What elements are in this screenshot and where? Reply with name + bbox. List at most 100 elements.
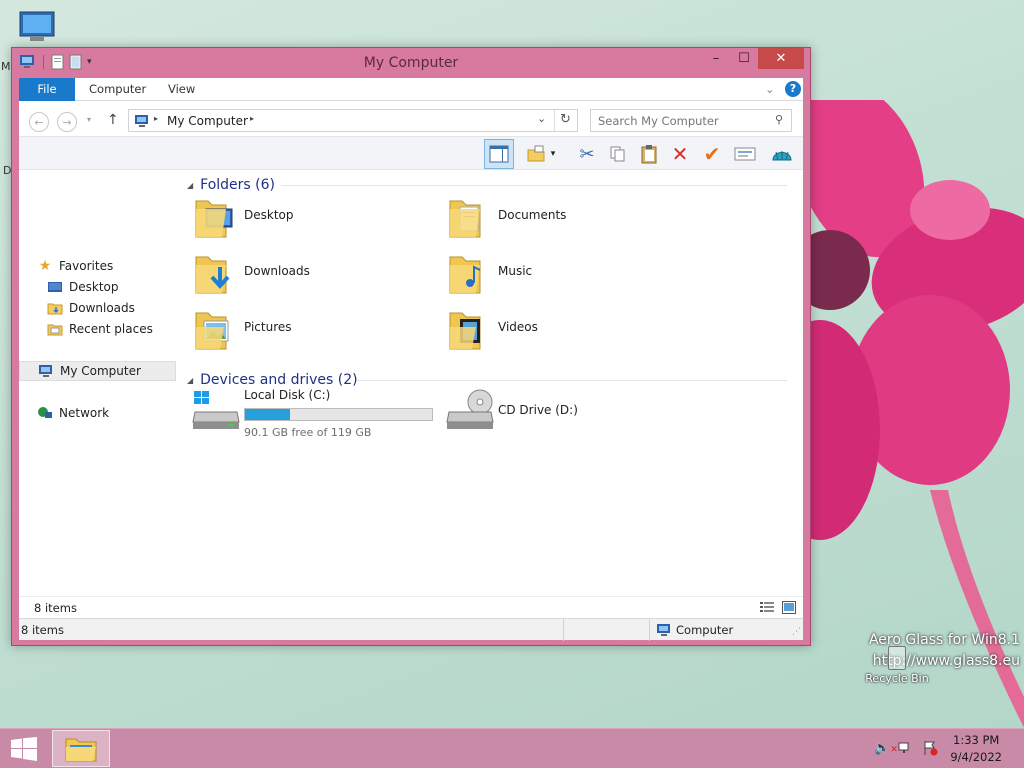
drive-usage-fill [245, 409, 290, 420]
item-count: 8 items [34, 601, 77, 615]
computer-small-icon [134, 114, 150, 131]
windows-logo-icon [11, 737, 37, 761]
title-bar[interactable]: ▾ My Computer – ☐ ✕ [12, 48, 810, 78]
cut-icon[interactable]: ✂ [572, 139, 602, 169]
paste-icon[interactable] [634, 139, 664, 169]
address-path: My Computer [167, 114, 248, 128]
drive-free-space: 90.1 GB free of 119 GB [244, 426, 372, 439]
content-pane: ◢ Folders (6) Desktop Documents Download… [182, 170, 803, 596]
help-icon[interactable]: ? [785, 81, 801, 97]
volume-muted-icon[interactable]: 🔈✕ [874, 741, 898, 756]
drives-group-header[interactable]: ◢ Devices and drives (2) [187, 370, 787, 390]
system-clock[interactable]: 1:33 PM 9/4/2022 [950, 732, 1002, 766]
star-icon: ★ [38, 258, 52, 274]
downloads-folder-icon [195, 256, 230, 294]
folder-label: Downloads [244, 264, 310, 278]
close-button[interactable]: ✕ [758, 48, 804, 69]
folder-options-dropdown-icon[interactable]: ▾ [546, 139, 560, 169]
collapse-triangle-icon[interactable]: ◢ [187, 376, 193, 385]
nav-downloads-label: Downloads [69, 301, 135, 315]
drive-label: Local Disk (C:) [244, 388, 331, 402]
search-icon[interactable]: ⚲ [775, 113, 783, 126]
drive-cd-d[interactable]: CD Drive (D:) [446, 388, 646, 444]
desktop-icon [47, 280, 63, 294]
details-status-bar: 8 items [19, 596, 803, 618]
start-button[interactable] [10, 737, 38, 764]
forward-button[interactable]: → [57, 112, 77, 132]
copy-icon[interactable] [603, 139, 633, 169]
pictures-folder-icon [195, 312, 229, 350]
network-tray-icon[interactable] [898, 740, 914, 759]
tab-view[interactable]: View [168, 78, 195, 101]
nav-recent-places[interactable]: Recent places [47, 319, 153, 339]
drive-local-disk-c[interactable]: Local Disk (C:) 90.1 GB free of 119 GB [192, 388, 442, 444]
ribbon-tabs: File Computer View ⌄ ? [19, 78, 803, 101]
preview-pane-button[interactable] [484, 139, 514, 169]
nav-desktop-label: Desktop [69, 280, 119, 294]
address-row: ← → ▾ ↑ ▸ My Computer ▸ ⌄ ↻ ⚲ [19, 106, 803, 134]
explorer-window: ▾ My Computer – ☐ ✕ File Computer View ⌄… [11, 47, 811, 646]
folder-label: Pictures [244, 320, 292, 334]
videos-folder-icon [449, 312, 481, 350]
file-explorer-icon [65, 738, 97, 761]
nav-network[interactable]: Network [37, 403, 109, 423]
nav-favorites-label: Favorites [59, 259, 114, 273]
breadcrumb-chevron-icon[interactable]: ▸ [250, 114, 254, 123]
expand-ribbon-icon[interactable]: ⌄ [765, 78, 775, 101]
clock-date: 9/4/2022 [950, 750, 1002, 764]
taskbar-explorer-button[interactable] [52, 730, 110, 767]
folder-label: Music [498, 264, 533, 278]
address-dropdown-icon[interactable]: ⌄ [537, 112, 546, 125]
nav-desktop[interactable]: Desktop [47, 277, 119, 297]
cd-drive-icon [446, 389, 494, 429]
folder-documents[interactable]: Documents [446, 193, 686, 243]
network-icon [37, 406, 53, 420]
search-box: ⚲ [590, 109, 792, 132]
computer-status-icon [656, 623, 672, 640]
address-bar[interactable]: ▸ My Computer ▸ ⌄ ↻ [128, 109, 578, 132]
desktop-folder-icon [195, 200, 233, 238]
computer-desktop-icon[interactable] [16, 10, 60, 47]
large-icons-view-icon[interactable] [782, 601, 796, 617]
properties-toolbar-icon[interactable] [730, 139, 760, 169]
folders-group-header[interactable]: ◢ Folders (6) [187, 175, 787, 195]
nav-favorites[interactable]: ★ Favorites [37, 256, 114, 276]
caption-buttons: – ☐ ✕ [702, 48, 804, 69]
folder-pictures[interactable]: Pictures [192, 305, 432, 355]
nav-network-label: Network [59, 406, 110, 420]
resize-grip-icon[interactable]: ⋰ [792, 627, 801, 637]
delete-icon[interactable]: ✕ [665, 139, 695, 169]
folder-music[interactable]: Music [446, 249, 686, 299]
back-button[interactable]: ← [29, 112, 49, 132]
collapse-triangle-icon[interactable]: ◢ [187, 181, 193, 190]
computer-icon [38, 364, 54, 378]
details-view-icon[interactable] [760, 601, 775, 617]
downloads-icon [47, 301, 63, 315]
folder-downloads[interactable]: Downloads [192, 249, 432, 299]
command-toolbar: ▾ ✂ ✕ ✔ [19, 136, 803, 170]
shell-icon[interactable] [767, 139, 797, 169]
tab-file[interactable]: File [19, 78, 75, 101]
search-input[interactable] [598, 110, 768, 131]
recent-locations-icon[interactable]: ▾ [87, 115, 91, 124]
folder-label: Documents [498, 208, 567, 222]
breadcrumb-chevron-icon[interactable]: ▸ [154, 114, 158, 123]
folder-videos[interactable]: Videos [446, 305, 686, 355]
minimize-button[interactable]: – [702, 48, 730, 69]
status-bar: 8 items Computer ⋰ [19, 618, 803, 641]
navigation-pane: ★ Favorites Desktop Downloads Recent pla… [19, 170, 179, 596]
maximize-button[interactable]: ☐ [730, 48, 758, 69]
folder-desktop[interactable]: Desktop [192, 193, 432, 243]
up-button[interactable]: ↑ [107, 112, 119, 128]
nav-recent-places-label: Recent places [69, 322, 153, 336]
item-count-bottom: 8 items [21, 623, 64, 637]
taskbar: 🔈✕ 1:33 PM 9/4/2022 [0, 728, 1024, 768]
nav-my-computer[interactable]: My Computer [19, 361, 176, 381]
action-center-icon[interactable] [922, 740, 938, 759]
nav-downloads[interactable]: Downloads [47, 298, 135, 318]
rename-check-icon[interactable]: ✔ [697, 139, 727, 169]
refresh-icon[interactable]: ↻ [560, 112, 571, 127]
recycle-bin-icon[interactable]: Recycle Bin [864, 646, 930, 685]
clock-time: 1:33 PM [953, 733, 1000, 747]
tab-computer[interactable]: Computer [89, 78, 146, 101]
